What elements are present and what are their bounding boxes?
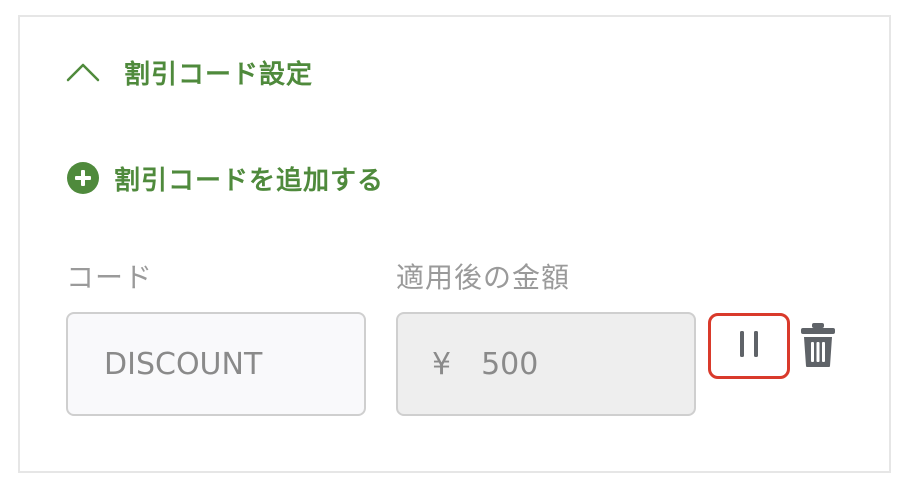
- amount-placeholder: 500: [481, 346, 539, 382]
- amount-field-label: 適用後の金額: [396, 261, 571, 294]
- code-field-label: コード: [66, 261, 154, 294]
- discount-section-toggle[interactable]: 割引コード設定: [64, 52, 313, 92]
- section-title: 割引コード設定: [124, 59, 314, 90]
- code-input[interactable]: DISCOUNT: [66, 312, 366, 416]
- add-discount-code-button[interactable]: 割引コードを追加する: [66, 158, 384, 198]
- amount-input[interactable]: ¥ 500: [396, 312, 696, 416]
- add-discount-code-label: 割引コードを追加する: [114, 165, 385, 196]
- pause-button[interactable]: [708, 313, 790, 379]
- chevron-up-icon: [64, 53, 102, 91]
- delete-button[interactable]: [798, 322, 838, 372]
- pause-icon: [737, 329, 761, 363]
- code-placeholder: DISCOUNT: [104, 346, 263, 382]
- trash-icon: [800, 322, 836, 372]
- plus-circle-icon: [66, 161, 100, 195]
- currency-symbol: ¥: [432, 346, 452, 382]
